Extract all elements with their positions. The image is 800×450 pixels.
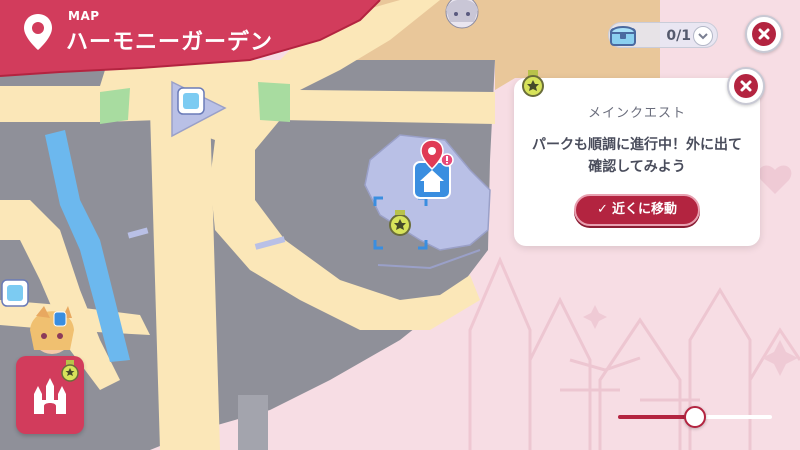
close-icon	[752, 22, 776, 46]
quest-description-line1: パークも順調に進行中！外に出て	[532, 137, 742, 153]
page-title: ハーモニーガーデン	[66, 30, 274, 55]
treasure-chest-icon	[609, 26, 637, 46]
close-quest-panel-button[interactable]	[727, 67, 765, 105]
chest-dropdown-button[interactable]	[693, 26, 713, 46]
check-icon: ✓	[597, 202, 608, 217]
castle-button[interactable]	[16, 356, 84, 434]
quest-panel: メインクエスト パークも順調に進行中！外に出て 確認してみよう ✓ 近くに移動	[514, 78, 760, 246]
close-map-button[interactable]	[745, 15, 783, 53]
warp-point-icon[interactable]	[1, 279, 29, 307]
map-pin-icon	[24, 14, 52, 50]
quest-medal-icon	[522, 70, 544, 97]
quest-type-label: メインクエスト	[587, 106, 686, 121]
quest-description-line2: 確認してみよう	[588, 159, 686, 175]
warp-point-icon[interactable]	[177, 87, 205, 115]
quest-description: パークも順調に進行中！外に出て 確認してみよう	[514, 134, 760, 178]
chevron-down-icon	[698, 33, 708, 40]
chest-counter[interactable]: 0/1	[608, 22, 718, 48]
close-icon	[734, 74, 758, 98]
header-subtitle: MAP	[68, 9, 100, 23]
castle-medal-icon	[61, 360, 79, 382]
character-avatar-top[interactable]	[445, 0, 479, 29]
alert-badge-icon	[440, 153, 454, 167]
move-button-label: 近くに移動	[611, 202, 677, 217]
move-nearby-button[interactable]: ✓ 近くに移動	[574, 194, 700, 226]
zoom-slider[interactable]	[618, 406, 772, 428]
chest-count: 0/1	[666, 28, 691, 44]
zoom-slider-handle[interactable]	[684, 406, 706, 428]
zoom-slider-track	[695, 415, 772, 419]
